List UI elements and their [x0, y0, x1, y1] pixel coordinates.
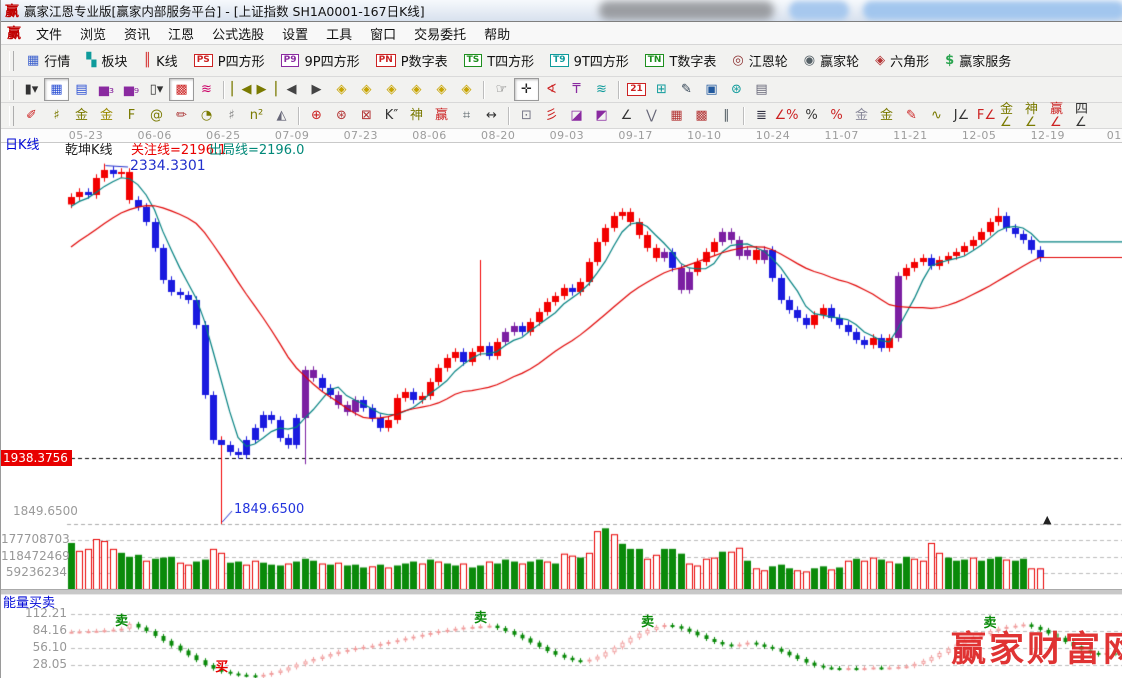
- scroll-indicator-icon[interactable]: ▲: [1043, 513, 1051, 526]
- low-price-axis-label: 1849.6500: [13, 504, 78, 518]
- indicator-name-label: 乾坤K线: [65, 139, 113, 158]
- sell-signal-marker: 卖: [115, 610, 128, 629]
- oscillator-scale-label: 56.10: [1, 640, 67, 654]
- volume-scale-label: 177708703: [1, 532, 67, 546]
- chart-canvas[interactable]: [1, 0, 1122, 678]
- oscillator-scale-label: 112.21: [1, 606, 67, 620]
- peak-price-annotation: 2334.3301: [130, 158, 206, 174]
- sell-signal-marker: 卖: [641, 611, 654, 630]
- app-window: 赢 赢家江恩专业版[赢家内部服务平台] - [上证指数 SH1A0001-167…: [0, 0, 1122, 678]
- volume-scale-label: 59236234: [1, 565, 67, 579]
- exit-line-label: 出局线=2196.0: [209, 139, 304, 158]
- watermark: 赢家财富网: [951, 621, 1122, 672]
- reference-price-tag: 1938.3756: [1, 450, 72, 466]
- pane-divider[interactable]: [1, 589, 1122, 595]
- low-price-annotation: 1849.6500: [234, 502, 304, 517]
- sell-signal-marker: 卖: [474, 607, 487, 626]
- pane-label-daily-kline: 日K线: [5, 134, 40, 153]
- oscillator-scale-label: 28.05: [1, 657, 67, 671]
- buy-signal-marker: 买: [215, 656, 228, 675]
- volume-scale-label: 118472469: [1, 549, 67, 563]
- oscillator-scale-label: 84.16: [1, 623, 67, 637]
